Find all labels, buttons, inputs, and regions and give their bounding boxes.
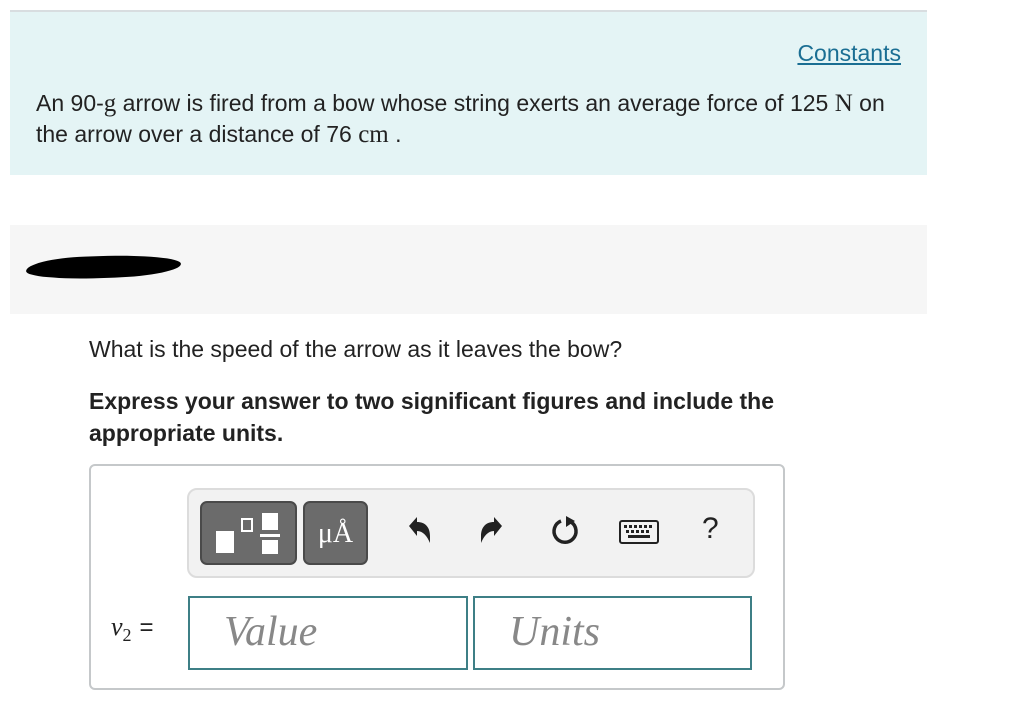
question-text: What is the speed of the arrow as it lea…	[89, 336, 623, 362]
constants-link[interactable]: Constants	[797, 40, 901, 67]
units-input[interactable]: Units	[473, 596, 752, 670]
redo-icon[interactable]	[478, 512, 508, 552]
value-input[interactable]: Value	[188, 596, 468, 670]
undo-icon[interactable]	[403, 512, 433, 552]
part-header	[10, 225, 927, 314]
units-button[interactable]: μÅ	[303, 501, 368, 565]
problem-statement: An 90-g arrow is fired from a bow whose …	[36, 90, 885, 148]
answer-variable-label: v2 =	[111, 612, 154, 646]
problem-intro-panel: Constants An 90-g arrow is fired from a …	[10, 12, 927, 175]
answer-instruction: Express your answer to two significant f…	[89, 388, 775, 446]
answer-box: μÅ ? v2 = Value Units	[89, 464, 785, 690]
keyboard-icon[interactable]	[619, 520, 659, 546]
fraction-template-icon	[216, 513, 280, 554]
mass-unit: g	[103, 90, 117, 117]
help-button[interactable]: ?	[702, 512, 719, 546]
math-toolbar: μÅ ?	[187, 488, 755, 578]
force-value: 125	[789, 90, 829, 116]
reset-icon[interactable]	[549, 512, 583, 552]
templates-button[interactable]	[200, 501, 297, 565]
force-unit: N	[834, 90, 853, 117]
redacted-part-label	[25, 253, 182, 281]
distance-unit: cm	[358, 121, 389, 148]
